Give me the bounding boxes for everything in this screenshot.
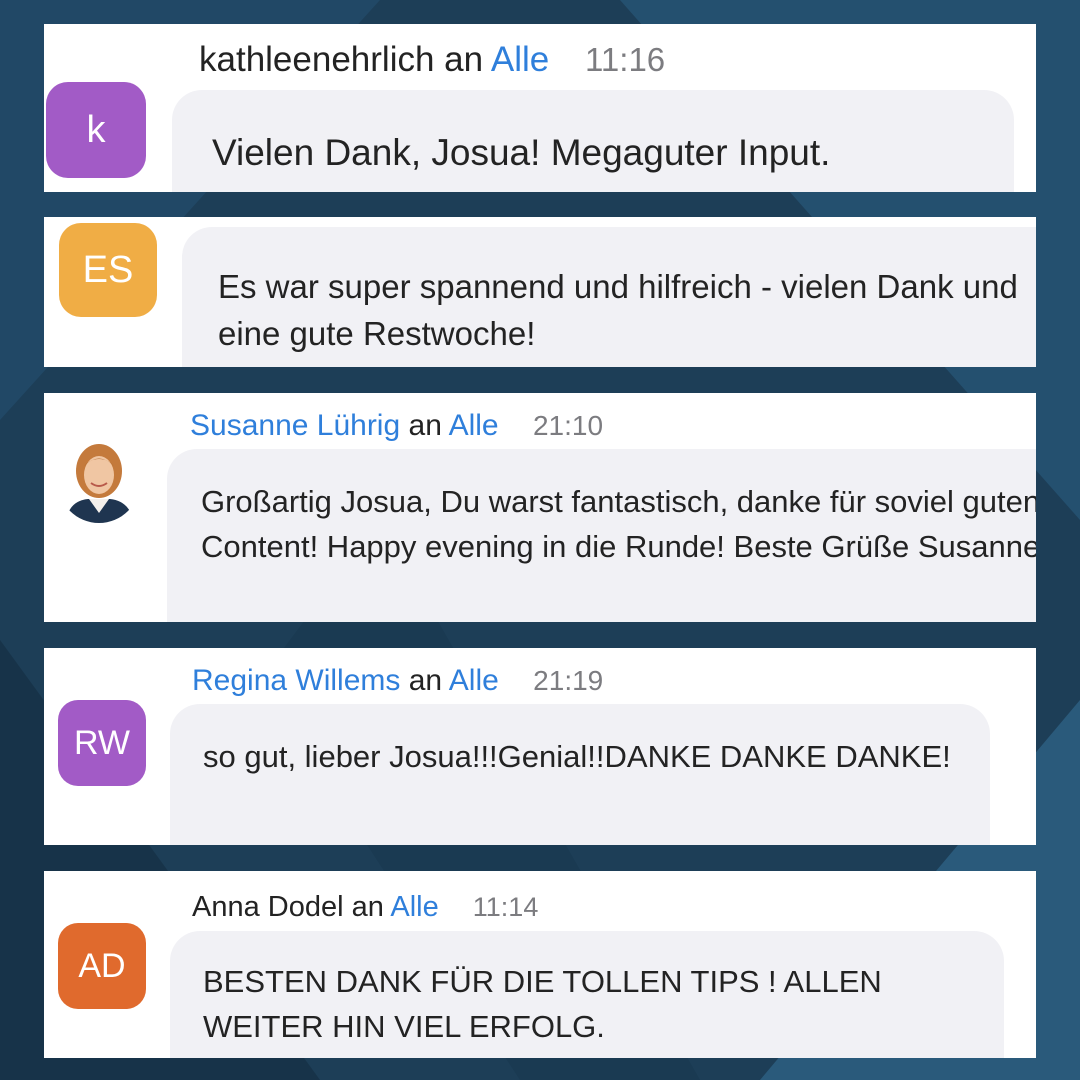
chat-message-card: k kathleenehrlich an Alle 11:16 Vielen D…	[44, 24, 1036, 192]
avatar[interactable]: RW	[58, 700, 146, 786]
message-text: BESTEN DANK FÜR DIE TOLLEN TIPS ! ALLEN …	[203, 964, 882, 1044]
chat-message-card: ES Es war super spannend und hilfreich -…	[44, 217, 1036, 367]
message-bubble[interactable]: so gut, lieber Josua!!!Genial!!DANKE DAN…	[170, 704, 990, 845]
sender-name: Anna Dodel	[192, 891, 344, 923]
message-text: Vielen Dank, Josua! Megaguter Input.	[212, 132, 831, 173]
chat-message-card: RW Regina Willems an Alle 21:19 so gut, …	[44, 648, 1036, 845]
avatar[interactable]: ES	[59, 223, 157, 317]
recipient-link[interactable]: Alle	[390, 891, 438, 923]
avatar[interactable]: AD	[58, 923, 146, 1009]
message-text: Es war super spannend und hilfreich - vi…	[218, 268, 1018, 352]
message-text: so gut, lieber Josua!!!Genial!!DANKE DAN…	[203, 739, 951, 774]
sender-name[interactable]: Regina Willems	[192, 664, 400, 697]
message-text: Großartig Josua, Du warst fantastisch, d…	[201, 484, 1036, 564]
message-header: Regina Willems an Alle 21:19	[192, 664, 603, 698]
timestamp: 11:14	[472, 892, 539, 922]
timestamp: 11:16	[585, 41, 666, 78]
avatar-initials: ES	[82, 248, 134, 291]
timestamp: 21:10	[532, 410, 604, 441]
recipient-link[interactable]: Alle	[449, 409, 499, 442]
message-bubble[interactable]: BESTEN DANK FÜR DIE TOLLEN TIPS ! ALLEN …	[170, 931, 1004, 1058]
connector-text: an	[408, 664, 443, 697]
message-header: Anna Dodel an Alle 11:14	[192, 891, 538, 924]
profile-photo[interactable]	[58, 441, 140, 523]
connector-text: an	[351, 891, 384, 923]
connector-text: an	[408, 409, 442, 442]
timestamp: 21:19	[533, 665, 604, 696]
sender-name: kathleenehrlich	[199, 40, 435, 79]
connector-text: an	[444, 40, 484, 79]
recipient-link[interactable]: Alle	[491, 40, 549, 79]
message-header: kathleenehrlich an Alle 11:16	[199, 40, 665, 80]
recipient-link[interactable]: Alle	[449, 664, 499, 697]
message-bubble[interactable]: Großartig Josua, Du warst fantastisch, d…	[167, 449, 1036, 622]
avatar-initials: AD	[78, 946, 126, 985]
profile-photo-icon	[58, 441, 140, 523]
message-bubble[interactable]: Es war super spannend und hilfreich - vi…	[182, 227, 1036, 367]
sender-name[interactable]: Susanne Lührig	[190, 409, 400, 442]
avatar-initials: RW	[73, 723, 131, 762]
avatar[interactable]: k	[46, 82, 146, 178]
message-header: Susanne Lührig an Alle 21:10	[190, 409, 603, 443]
chat-message-card: Susanne Lührig an Alle 21:10 Großartig J…	[44, 393, 1036, 622]
message-bubble[interactable]: Vielen Dank, Josua! Megaguter Input.	[172, 90, 1014, 192]
chat-message-card: AD Anna Dodel an Alle 11:14 BESTEN DANK …	[44, 871, 1036, 1058]
avatar-initials: k	[86, 108, 106, 151]
